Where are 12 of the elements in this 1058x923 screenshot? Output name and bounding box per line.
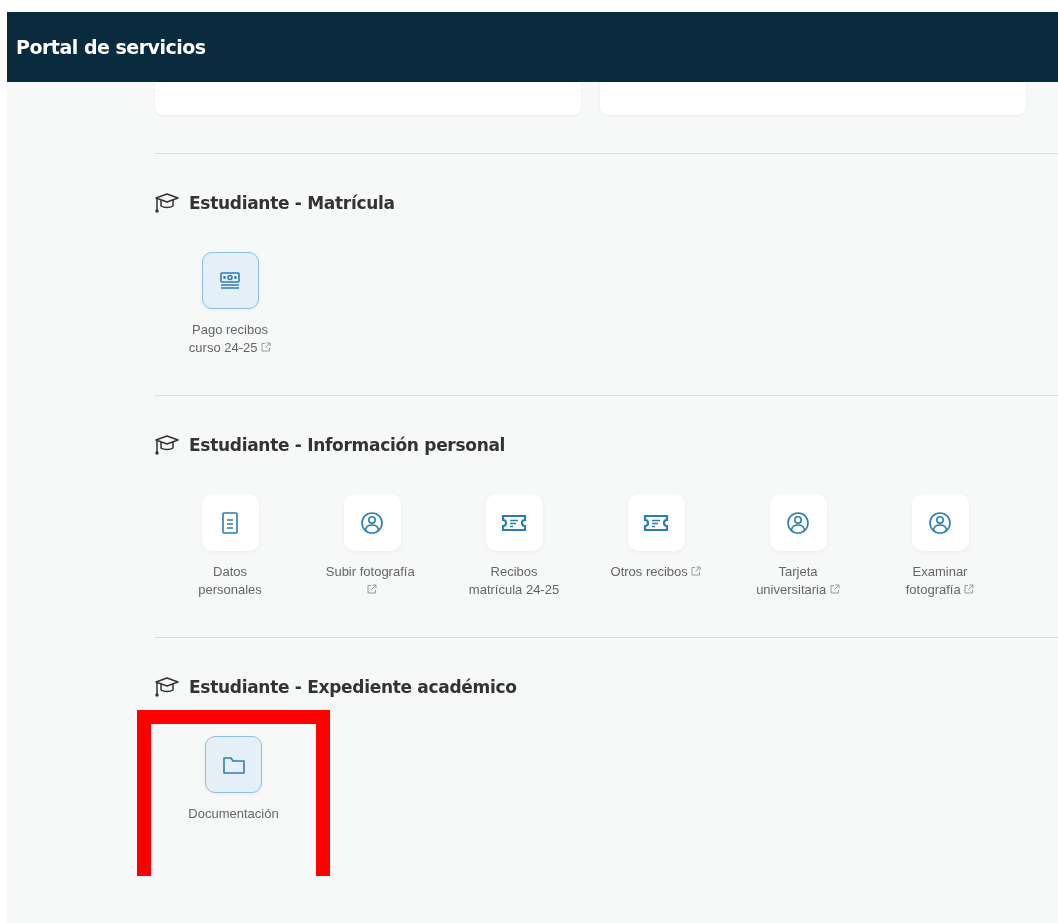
service-link[interactable]: Otros recibos <box>585 494 727 599</box>
portal-title: Portal de servicios <box>16 36 206 58</box>
service-link[interactable]: Pago recibos curso 24-25 <box>159 252 301 357</box>
section-title: Estudiante - Expediente académico <box>189 677 517 697</box>
service-link[interactable]: Recibos matrícula 24-25 <box>443 494 585 599</box>
service-link[interactable]: Examinar fotografía <box>869 494 1011 599</box>
section-title: Estudiante - Información personal <box>189 435 506 455</box>
service-link[interactable]: Datos personales <box>159 494 301 599</box>
section-title: Estudiante - Matrícula <box>189 193 395 213</box>
service-link[interactable]: Subir fotografía <box>301 494 443 599</box>
service-link[interactable]: Tarjeta universitaria <box>727 494 869 599</box>
service-link[interactable]: Documentación <box>162 736 305 876</box>
